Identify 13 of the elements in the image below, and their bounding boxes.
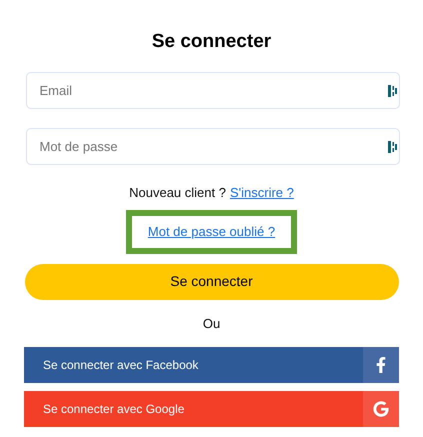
password-manager-icon[interactable] — [388, 85, 396, 97]
separator-text: Ou — [202, 314, 220, 332]
page-title: Se connecter — [152, 30, 272, 54]
input-field[interactable]: Mot de passe — [26, 128, 400, 165]
social-login-button[interactable]: Se connecter avec Google — [24, 391, 399, 427]
signup-prompt: Nouveau client ? — [129, 184, 226, 202]
google-icon — [373, 401, 389, 417]
social-login-button[interactable]: Se connecter avec Facebook — [24, 347, 399, 383]
login-button[interactable]: Se connecter — [24, 264, 398, 300]
input-field[interactable]: Email — [26, 72, 400, 109]
forgot-password-link[interactable]: Mot de passe oublié ? — [148, 224, 276, 238]
signup-link[interactable]: S'inscrire ? — [230, 183, 294, 202]
password-manager-icon[interactable] — [388, 141, 396, 153]
